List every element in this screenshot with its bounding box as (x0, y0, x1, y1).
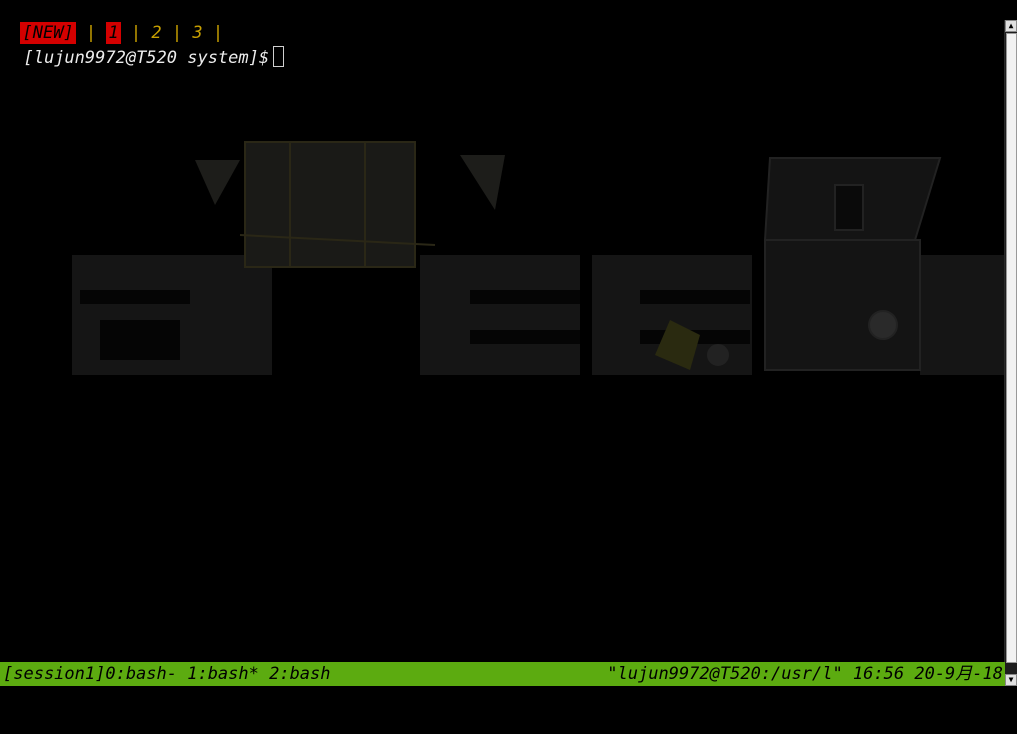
scroll-down-arrow-icon[interactable]: ▼ (1005, 674, 1017, 686)
status-host-time: "lujun9972@T520:/usr/l" 16:56 20-9月-18 (607, 664, 1003, 684)
scroll-up-arrow-icon[interactable]: ▲ (1005, 20, 1017, 32)
tmux-status-bar: [session1]0:bash- 1:bash* 2:bash "lujun9… (0, 662, 1005, 686)
shell-prompt: [lujun9972@T520 system]$ (23, 48, 270, 68)
tmux-tab-bar: [NEW] | 1 | 2 | 3 | (0, 0, 233, 44)
scrollbar-thumb[interactable] (1006, 33, 1017, 663)
terminal-prompt-line[interactable]: [lujun9972@T520 system]$ (3, 24, 285, 68)
text-cursor (273, 46, 285, 67)
status-window-list[interactable]: [session1]0:bash- 1:bash* 2:bash (3, 662, 331, 686)
terminal-background-image (72, 141, 1005, 375)
vertical-scrollbar[interactable]: ▲ ▼ (1004, 20, 1017, 686)
